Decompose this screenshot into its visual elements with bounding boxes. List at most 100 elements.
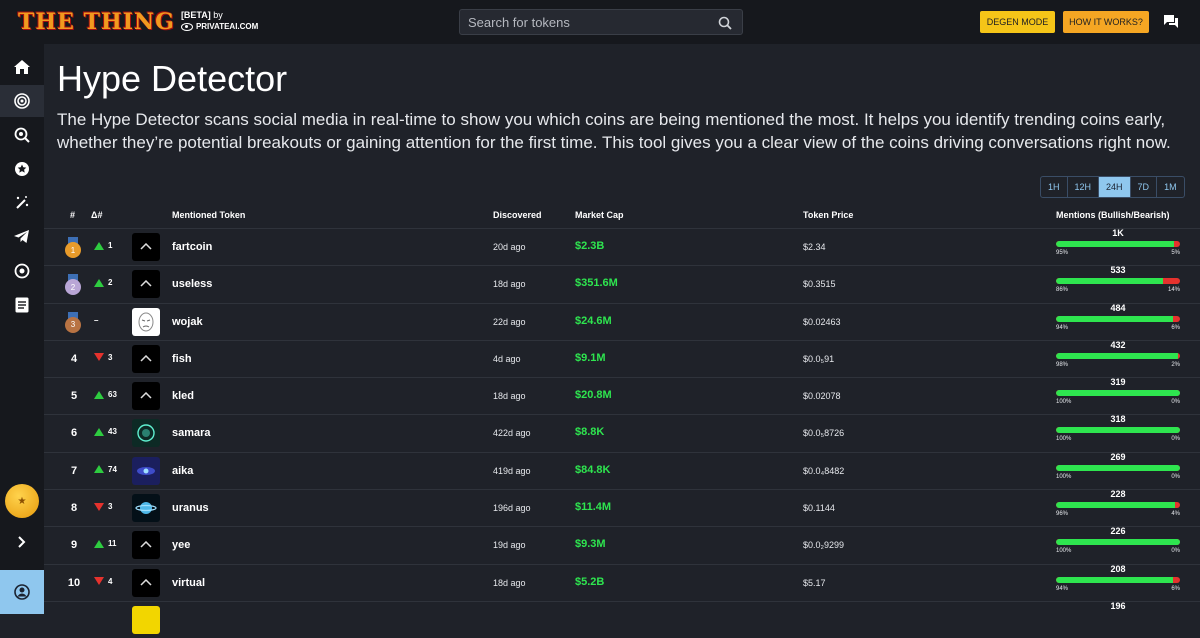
table-row[interactable]: 6 43 samara 422d ago $8.8K $0.0₅8726 318 100% 0% [44,414,1200,451]
sentiment-bar [1056,464,1180,471]
page-title: Hype Detector [57,58,288,99]
rank-change-value: 11 [108,539,117,549]
sidebar-item-radar[interactable] [0,255,44,287]
sentiment-bar [1056,352,1180,359]
bullish-fill [1056,241,1174,247]
mentions-cell: 319 100% 0% [1056,377,1180,414]
search-box[interactable] [459,9,743,35]
token-logo[interactable] [132,419,160,448]
discovered-time: 196d ago [493,503,531,514]
header-token[interactable]: Mentioned Token [172,210,245,220]
sidebar-item-favorites[interactable] [0,153,44,185]
token-name[interactable]: useless [172,278,212,290]
rank-change: 43 [94,427,117,436]
rank-value: 3 [65,316,81,333]
token-logo[interactable] [132,270,160,299]
token-logo[interactable] [132,494,160,523]
table-row[interactable]: 5 63 kled 18d ago $20.8M $0.02078 319 100% 0% [44,377,1200,414]
chat-icon[interactable] [1163,14,1179,29]
coin-icon[interactable]: ★ [5,484,39,518]
top-bar: THE THING [BETA] by PRIVATEAI.COM DEGEN … [0,0,1200,44]
rank-change-value: 63 [108,390,117,400]
rank-value: 9 [70,539,78,552]
header-mentions[interactable]: Mentions (Bullish/Bearish) [1056,210,1170,220]
bullish-percent: 100% [1056,473,1072,480]
rank-change-value: 43 [108,427,117,437]
market-cap: $351.6M [575,277,618,290]
token-name[interactable]: kled [172,390,194,402]
search-icon[interactable] [718,16,732,30]
table-row[interactable]: 8 3 uranus 196d ago $11.4M $0.1144 228 96% 4% [44,489,1200,526]
token-price: $0.0₅91 [803,353,835,364]
token-logo[interactable] [132,531,160,560]
timeframe-7d[interactable]: 7D [1131,177,1158,197]
token-name[interactable]: fartcoin [172,241,212,253]
token-name[interactable]: virtual [172,577,205,589]
table-row[interactable]: 9 11 yee 19d ago $9.3M $0.0₂9299 226 100% 0% [44,526,1200,563]
rank-medal-icon: 3 [65,311,81,333]
token-logo[interactable] [132,605,160,634]
mentions-count: 208 [1110,563,1126,574]
app-logo[interactable]: THE THING [BETA] by PRIVATEAI.COM [18,9,258,35]
timeframe-24h[interactable]: 24H [1099,177,1131,197]
token-logo[interactable] [132,307,160,336]
bearish-percent: 6% [1171,324,1180,331]
bullish-percent: 98% [1056,361,1069,368]
mentions-cell: 208 94% 6% [1056,564,1180,601]
bullish-percent: 100% [1056,436,1072,443]
token-price: $0.1144 [803,503,835,514]
sidebar-expand-button[interactable] [0,526,44,558]
rank-value: 7 [70,464,78,477]
mentions-cell: 484 94% 6% [1056,303,1180,340]
timeframe-1h[interactable]: 1H [1041,177,1068,197]
market-cap: $2.3B [575,240,605,252]
token-name[interactable]: aika [172,465,193,477]
mentions-cell: 228 96% 4% [1056,489,1180,526]
sidebar-item-telegram[interactable] [0,221,44,253]
rank-value: 10 [67,576,81,589]
table-row[interactable]: 196 [44,600,1200,638]
table-row[interactable]: 2 2 useless 18d ago $351.6M $0.3515 533 86% 14% [44,265,1200,302]
header-market-cap[interactable]: Market Cap [575,210,624,220]
token-name[interactable]: yee [172,539,190,551]
sidebar-item-magic[interactable] [0,187,44,219]
token-logo[interactable] [132,382,160,411]
timeframe-selector: 1H 12H 24H 7D 1M [1040,176,1185,198]
rank-change-value: 3 [108,352,113,362]
search-input[interactable] [468,14,708,30]
table-row[interactable]: 7 74 aika 419d ago $84.8K $0.0₄8482 269 100% 0% [44,451,1200,489]
header-price[interactable]: Token Price [803,210,853,220]
sidebar-item-home[interactable] [0,51,44,83]
table-row[interactable]: 10 4 virtual 18d ago $5.2B $5.17 208 94% 6% [44,563,1200,601]
sentiment-bar [1056,315,1180,322]
token-logo[interactable] [132,456,160,485]
sidebar-item-explore[interactable] [0,119,44,151]
table-row[interactable]: 4 3 fish 4d ago $9.1M $0.0₅91 432 98% 2% [44,339,1200,377]
token-name[interactable]: wojak [172,316,203,328]
account-button[interactable] [0,570,44,614]
token-logo[interactable] [132,568,160,597]
rank-change: 3 [94,502,112,511]
token-name[interactable]: uranus [172,502,209,514]
table-header: # Δ# Mentioned Token Discovered Market C… [44,207,1200,227]
degen-mode-button[interactable]: DEGEN MODE [980,11,1055,33]
discovered-time: 18d ago [493,279,526,290]
token-name[interactable]: fish [172,353,192,365]
sidebar-item-hype-detector[interactable] [0,85,44,117]
table-row[interactable]: 1 1 fartcoin 20d ago $2.3B $2.34 1K 95% 5% [44,228,1200,265]
token-logo[interactable] [132,233,160,261]
header-discovered[interactable]: Discovered [493,210,542,220]
timeframe-1m[interactable]: 1M [1157,177,1184,197]
how-it-works-button[interactable]: HOW IT WORKS? [1063,11,1149,33]
search-globe-icon [14,127,30,143]
mentions-cell: 432 98% 2% [1056,340,1180,377]
token-logo[interactable] [132,344,160,373]
mentions-cell: 196 [1056,601,1180,638]
bullish-percent: 94% [1056,585,1069,592]
token-name[interactable]: samara [172,427,211,439]
mentions-count: 1K [1112,228,1124,238]
sidebar-item-docs[interactable] [0,289,44,321]
discovered-time: 22d ago [493,316,526,327]
timeframe-12h[interactable]: 12H [1068,177,1100,197]
table-row[interactable]: 3 – wojak 22d ago $24.6M $0.02463 484 94% 6% [44,302,1200,340]
